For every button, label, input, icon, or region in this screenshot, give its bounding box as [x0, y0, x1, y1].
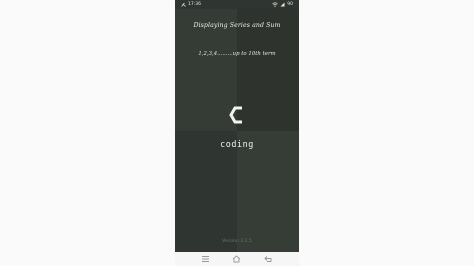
splash-screen: Displaying Series and Sum 1,2,3,4.......…: [175, 9, 299, 252]
status-bar: 17:36 90: [175, 0, 299, 9]
battery-level: 90: [287, 2, 293, 7]
navigation-bar: [175, 252, 299, 266]
version-label: Version 3.2.5: [221, 239, 253, 244]
back-icon[interactable]: [264, 255, 273, 263]
wifi-icon: [272, 2, 278, 7]
phone-screen: 17:36 90 Displaying Series and Sum 1,2,3…: [175, 0, 299, 266]
status-left: 17:36: [181, 0, 201, 9]
home-icon[interactable]: [232, 255, 241, 263]
overlay-subtitle: 1,2,3,4.........up to 10th term: [198, 51, 276, 57]
notification-icon: [181, 2, 186, 7]
background-panel: [175, 131, 237, 252]
menu-icon[interactable]: [201, 255, 210, 263]
status-time: 17:36: [188, 2, 201, 7]
status-right: 90: [272, 0, 293, 9]
overlay-title: Displaying Series and Sum: [193, 22, 281, 29]
app-logo-icon: [229, 106, 242, 124]
app-logo-text: coding: [220, 139, 254, 149]
background-panel: [237, 131, 299, 252]
signal-icon: [280, 2, 285, 7]
